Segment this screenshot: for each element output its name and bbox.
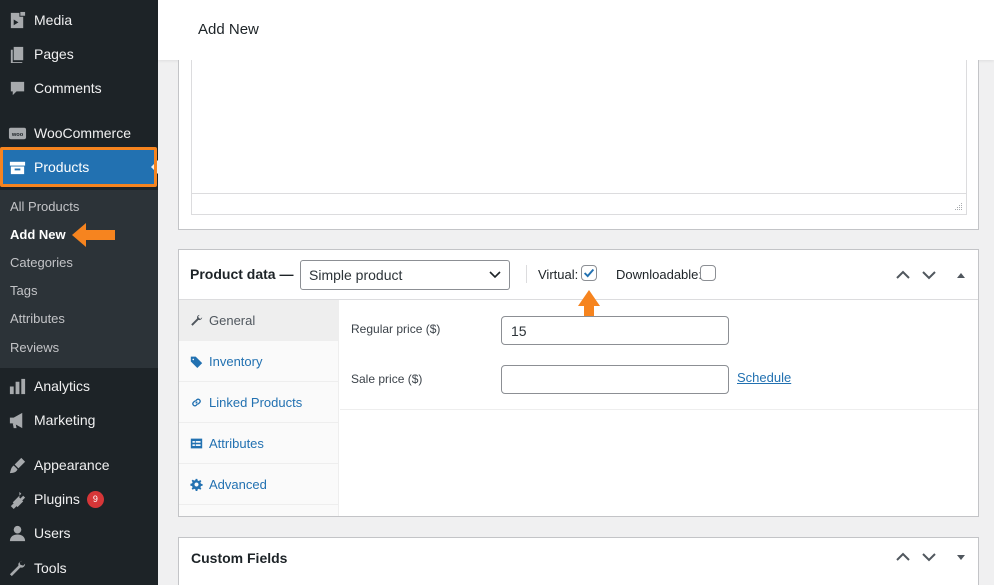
product-type-value: Simple product (309, 267, 403, 283)
checkmark-icon (583, 268, 595, 278)
analytics-icon (0, 377, 34, 396)
submenu-attributes[interactable]: Attributes (10, 311, 65, 326)
products-submenu: All Products Add New Categories Tags Att… (0, 190, 158, 368)
tab-label: Advanced (209, 476, 267, 492)
menu-item-label: Marketing (34, 412, 96, 428)
menu-item-pages[interactable]: Pages (0, 37, 158, 71)
appearance-icon (0, 456, 34, 475)
menu-item-marketing[interactable]: Marketing (0, 403, 158, 437)
menu-item-media[interactable]: Media (0, 3, 158, 37)
media-icon (0, 11, 34, 30)
marketing-icon (0, 411, 34, 430)
sale-price-input[interactable] (501, 365, 729, 394)
menu-item-analytics[interactable]: Analytics (0, 369, 158, 403)
tab-general[interactable]: General (179, 300, 339, 341)
pages-icon (0, 45, 34, 64)
orange-arrow-left-icon (72, 223, 115, 247)
menu-item-label: Products (34, 159, 90, 175)
custom-fields-title: Custom Fields (191, 550, 288, 566)
tab-label: Attributes (209, 435, 264, 451)
product-data-tabs: General Inventory Linked Products Attrib… (179, 300, 339, 516)
pricing-divider (340, 409, 978, 410)
chevron-down-icon (489, 271, 501, 279)
virtual-label: Virtual: (538, 267, 579, 282)
tab-advanced[interactable]: Advanced (179, 464, 339, 505)
users-icon (0, 524, 34, 543)
header-separator (526, 265, 527, 283)
resize-grip-icon[interactable] (953, 201, 963, 211)
product-data-panel: Product data — Simple product Virtual: D… (178, 249, 979, 517)
menu-item-label: Appearance (34, 457, 110, 473)
description-editor-box (178, 60, 979, 230)
admin-sidebar: Media Pages Comments woo WooCommerce Pro… (0, 0, 158, 585)
editor-status-bar (192, 193, 966, 214)
menu-item-label: Tools (34, 560, 67, 576)
comments-icon (0, 79, 34, 98)
submenu-reviews[interactable]: Reviews (10, 340, 59, 355)
menu-item-products[interactable]: Products (0, 150, 155, 184)
page-header: Add New (158, 0, 994, 60)
description-editor[interactable] (191, 60, 967, 215)
menu-item-label: Pages (34, 46, 74, 62)
menu-item-label: Users (34, 525, 71, 541)
products-icon (0, 158, 34, 177)
link-icon (179, 396, 209, 409)
tab-linked-products[interactable]: Linked Products (179, 382, 339, 423)
list-icon (179, 437, 209, 450)
submenu-add-new[interactable]: Add New (10, 227, 66, 242)
custom-fields-panel: Custom Fields (178, 537, 979, 585)
plugins-icon (0, 490, 34, 509)
virtual-checkbox[interactable] (581, 265, 597, 281)
tag-icon (179, 355, 209, 368)
product-data-title: Product data — (190, 266, 294, 282)
submenu-all-products[interactable]: All Products (10, 199, 79, 214)
menu-item-label: WooCommerce (34, 125, 131, 141)
move-down-icon[interactable] (921, 267, 937, 283)
submenu-tags[interactable]: Tags (10, 283, 37, 298)
menu-item-label: Plugins (34, 491, 80, 507)
plugins-update-badge: 9 (86, 490, 104, 508)
regular-price-label: Regular price ($) (351, 322, 441, 336)
expand-toggle-icon[interactable] (953, 549, 969, 565)
regular-price-input[interactable] (501, 316, 729, 345)
menu-item-plugins[interactable]: Plugins 9 (0, 482, 158, 516)
menu-item-tools[interactable]: Tools (0, 551, 158, 585)
tab-attributes[interactable]: Attributes (179, 423, 339, 464)
tab-inventory[interactable]: Inventory (179, 341, 339, 382)
woocommerce-icon: woo (0, 124, 34, 143)
menu-item-comments[interactable]: Comments (0, 71, 158, 105)
downloadable-label: Downloadable: (616, 267, 703, 282)
menu-item-appearance[interactable]: Appearance (0, 448, 158, 482)
schedule-link[interactable]: Schedule (737, 370, 791, 385)
tab-label: Inventory (209, 353, 263, 369)
collapse-toggle-icon[interactable] (953, 267, 969, 283)
menu-item-label: Media (34, 12, 73, 28)
submenu-categories[interactable]: Categories (10, 255, 73, 270)
menu-item-woocommerce[interactable]: woo WooCommerce (0, 116, 158, 150)
tab-label: Linked Products (209, 394, 303, 410)
gear-icon (179, 478, 209, 491)
menu-item-users[interactable]: Users (0, 516, 158, 550)
move-up-icon[interactable] (895, 549, 911, 565)
wrench-icon (179, 314, 209, 327)
product-type-select[interactable]: Simple product (300, 260, 510, 290)
move-down-icon[interactable] (921, 549, 937, 565)
menu-item-label: Comments (34, 80, 102, 96)
tab-label: General (209, 312, 256, 328)
downloadable-checkbox[interactable] (700, 265, 716, 281)
current-menu-caret (151, 160, 158, 174)
svg-text:woo: woo (10, 131, 23, 137)
tools-icon (0, 559, 34, 578)
move-up-icon[interactable] (895, 267, 911, 283)
sale-price-label: Sale price ($) (351, 372, 423, 386)
page-title: Add New (198, 21, 259, 38)
menu-item-label: Analytics (34, 378, 91, 394)
